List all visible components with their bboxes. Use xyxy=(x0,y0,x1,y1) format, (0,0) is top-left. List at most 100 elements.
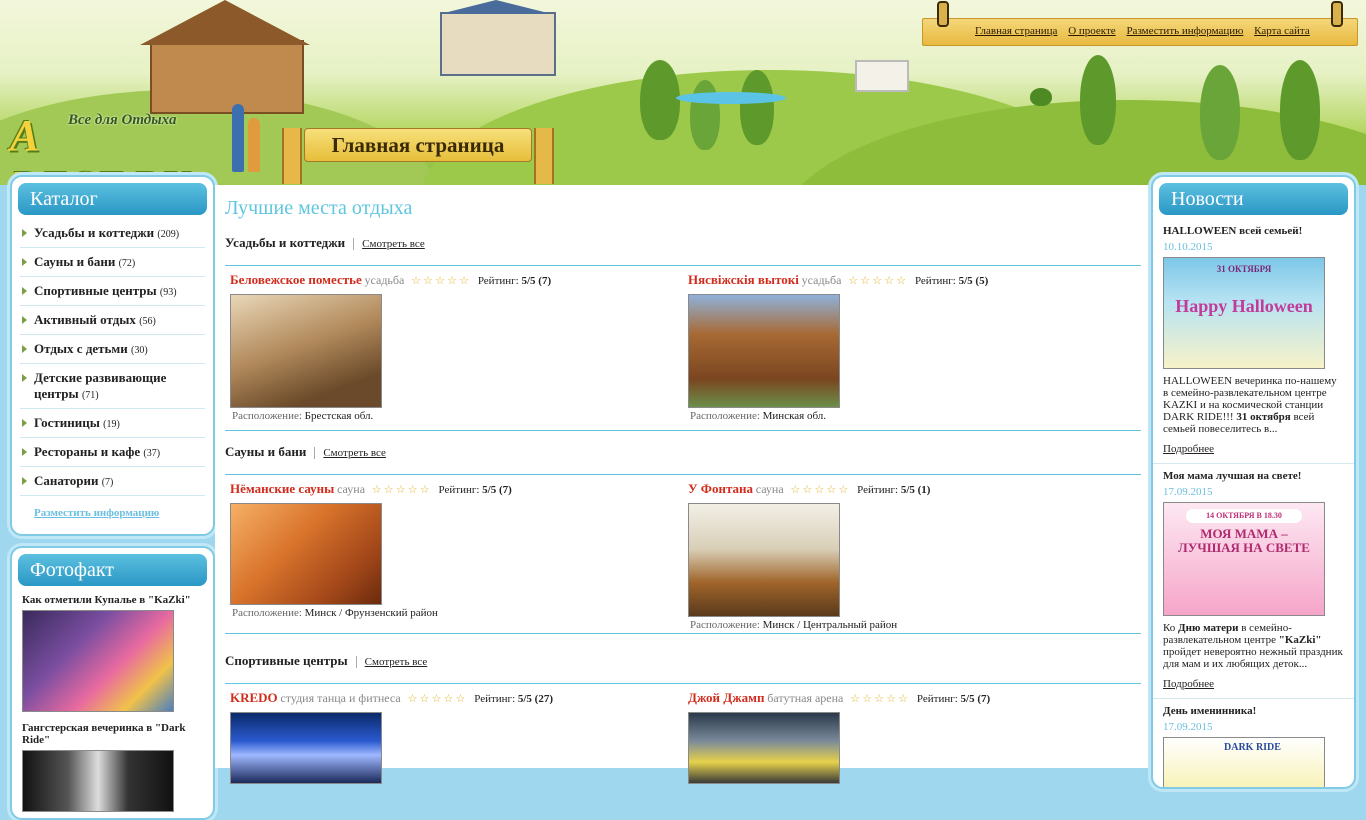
place-image[interactable] xyxy=(688,294,840,408)
place-name[interactable]: Джой Джамп xyxy=(688,690,765,705)
place-image[interactable] xyxy=(230,503,382,605)
place-name[interactable]: У Фонтана xyxy=(688,481,753,496)
news-item-title[interactable]: Моя мама лучшая на свете! xyxy=(1163,470,1344,482)
separator xyxy=(355,656,357,669)
news-panel: Новости HALLOWEEN всей семьей! 10.10.201… xyxy=(1151,175,1356,789)
photofact-item[interactable]: Как отметили Купалье в "KaZki" xyxy=(12,590,213,718)
catalog-item[interactable]: Санатории (7) xyxy=(20,467,205,496)
photofact-title: Фотофакт xyxy=(18,554,207,586)
catalog-item-label[interactable]: Активный отдых xyxy=(34,312,136,327)
place-image[interactable] xyxy=(230,294,382,408)
rating-label: Рейтинг: xyxy=(914,275,956,287)
place-image[interactable] xyxy=(688,503,840,617)
see-all-link[interactable]: Смотреть все xyxy=(323,447,386,459)
catalog-item-count: (209) xyxy=(157,229,180,240)
news-item-text: HALLOWEEN вечеринка по-нашему в семейно-… xyxy=(1163,375,1344,435)
nav-link[interactable]: О проекте xyxy=(1068,25,1116,37)
photofact-item-title[interactable]: Гангстерская вечеринка в "Dark Ride" xyxy=(22,722,203,746)
divider xyxy=(225,683,1141,684)
section-title: Усадьбы и коттеджи xyxy=(225,235,346,250)
catalog-item-label[interactable]: Отдых с детьми xyxy=(34,341,128,356)
arrow-right-icon xyxy=(22,316,27,324)
tree-illustration xyxy=(1080,55,1116,145)
pond-illustration xyxy=(676,92,786,104)
place-name[interactable]: KREDO xyxy=(230,690,278,705)
divider xyxy=(225,430,1141,431)
photofact-image[interactable] xyxy=(22,750,174,812)
photofact-image[interactable] xyxy=(22,610,174,712)
catalog-panel: Каталог Усадьбы и коттеджи (209) Сауны и… xyxy=(10,175,215,536)
catalog-item[interactable]: Детские развивающие центры (71) xyxy=(20,364,205,409)
news-item-title[interactable]: HALLOWEEN всей семьей! xyxy=(1163,225,1344,237)
nav-link[interactable]: Карта сайта xyxy=(1254,25,1310,37)
place-image[interactable] xyxy=(688,712,840,784)
nav-item-home[interactable]: Главная страница xyxy=(975,25,1057,37)
catalog-item[interactable]: Активный отдых (56) xyxy=(20,306,205,335)
catalog-item[interactable]: Гостиницы (19) xyxy=(20,409,205,438)
location-label: Расположение: xyxy=(690,410,760,422)
catalog-item[interactable]: Усадьбы и коттеджи (209) xyxy=(20,219,205,248)
nav-item-add-info[interactable]: Разместить информацию xyxy=(1126,25,1243,37)
catalog-item-label[interactable]: Усадьбы и коттеджи xyxy=(34,225,154,240)
place-image[interactable] xyxy=(230,712,382,784)
catalog-add-info: Разместить информацию xyxy=(20,496,205,526)
rating: Рейтинг: 5/5 (7) xyxy=(917,693,990,705)
see-all-link[interactable]: Смотреть все xyxy=(365,656,428,668)
catalog-item[interactable]: Рестораны и кафе (37) xyxy=(20,438,205,467)
catalog-item[interactable]: Спортивные центры (93) xyxy=(20,277,205,306)
star-icon: ☆ xyxy=(874,693,885,706)
news-item-title[interactable]: День именинника! xyxy=(1163,705,1344,717)
divider xyxy=(225,474,1141,475)
star-icon: ☆ xyxy=(407,484,418,497)
catalog-item-label[interactable]: Рестораны и кафе xyxy=(34,444,140,459)
rating-value: 5/5 (7) xyxy=(960,693,991,705)
left-sidebar: Каталог Усадьбы и коттеджи (209) Сауны и… xyxy=(10,175,215,820)
catalog-item-label[interactable]: Санатории xyxy=(34,473,98,488)
catalog-item-label[interactable]: Детские развивающие центры xyxy=(34,370,166,401)
nav-item-sitemap[interactable]: Карта сайта xyxy=(1254,25,1310,37)
section-header: Сауны и бани Смотреть все xyxy=(225,440,1141,464)
news-item: День именинника! 17.09.2015 DARK RIDE xyxy=(1153,699,1354,787)
place-card: У Фонтана сауна ☆ ☆ ☆ ☆ ☆ Рейтинг: 5/5 (1) Р… xyxy=(688,481,1138,631)
place-name[interactable]: Нясвіжскія вытокі xyxy=(688,272,799,287)
nav-item-about[interactable]: О проекте xyxy=(1068,25,1116,37)
read-more-link[interactable]: Подробнее xyxy=(1163,678,1344,690)
section-title: Сауны и бани xyxy=(225,444,307,459)
catalog-item-label[interactable]: Сауны и бани xyxy=(34,254,115,269)
catalog-item-label[interactable]: Гостиницы xyxy=(34,415,100,430)
rating-stars: ☆ ☆ ☆ ☆ ☆ xyxy=(411,275,471,287)
place-card: Нёманские сауны сауна ☆ ☆ ☆ ☆ ☆ Рейтинг: 5/5… xyxy=(230,481,680,619)
nav-link[interactable]: Главная страница xyxy=(975,25,1057,37)
location-value: Брестская обл. xyxy=(304,410,374,422)
house-roof xyxy=(440,0,552,14)
star-icon: ☆ xyxy=(431,693,442,706)
news-image[interactable]: 14 ОКТЯБРЯ В 18.30 МОЯ МАМА – ЛУЧШАЯ НА … xyxy=(1163,502,1325,616)
arrow-right-icon xyxy=(22,258,27,266)
news-image[interactable]: DARK RIDE xyxy=(1163,737,1325,787)
place-card: Джой Джамп батутная арена ☆ ☆ ☆ ☆ ☆ Рейтинг:… xyxy=(688,690,1138,784)
news-image[interactable]: 31 ОКТЯБРЯ Happy Halloween xyxy=(1163,257,1325,369)
catalog-item[interactable]: Сауны и бани (72) xyxy=(20,248,205,277)
catalog-item-label[interactable]: Спортивные центры xyxy=(34,283,157,298)
photofact-item[interactable]: Гангстерская вечеринка в "Dark Ride" xyxy=(12,718,213,818)
rating-label: Рейтинг: xyxy=(477,275,519,287)
banner-pole xyxy=(534,128,554,184)
star-icon: ☆ xyxy=(411,275,421,288)
site-logo[interactable]: A REST.BY Все для Отдыха xyxy=(10,108,210,185)
rating-value: 5/5 (5) xyxy=(958,275,989,287)
house-illustration xyxy=(150,40,304,114)
catalog-item-count: (93) xyxy=(159,287,177,298)
see-all-link[interactable]: Смотреть все xyxy=(362,238,425,250)
place-name[interactable]: Нёманские сауны xyxy=(230,481,334,496)
location-label: Расположение: xyxy=(232,607,302,619)
add-info-link[interactable]: Разместить информацию xyxy=(34,507,159,519)
place-name[interactable]: Беловежское поместье xyxy=(230,272,362,287)
star-icon: ☆ xyxy=(826,484,837,497)
read-more-link[interactable]: Подробнее xyxy=(1163,443,1344,455)
nav-link[interactable]: Разместить информацию xyxy=(1126,25,1243,37)
hanger-hook-icon xyxy=(937,1,949,27)
place-type: усадьба xyxy=(801,273,842,287)
star-icon: ☆ xyxy=(371,484,382,497)
photofact-item-title[interactable]: Как отметили Купалье в "KaZki" xyxy=(22,594,203,606)
catalog-item[interactable]: Отдых с детьми (30) xyxy=(20,335,205,364)
